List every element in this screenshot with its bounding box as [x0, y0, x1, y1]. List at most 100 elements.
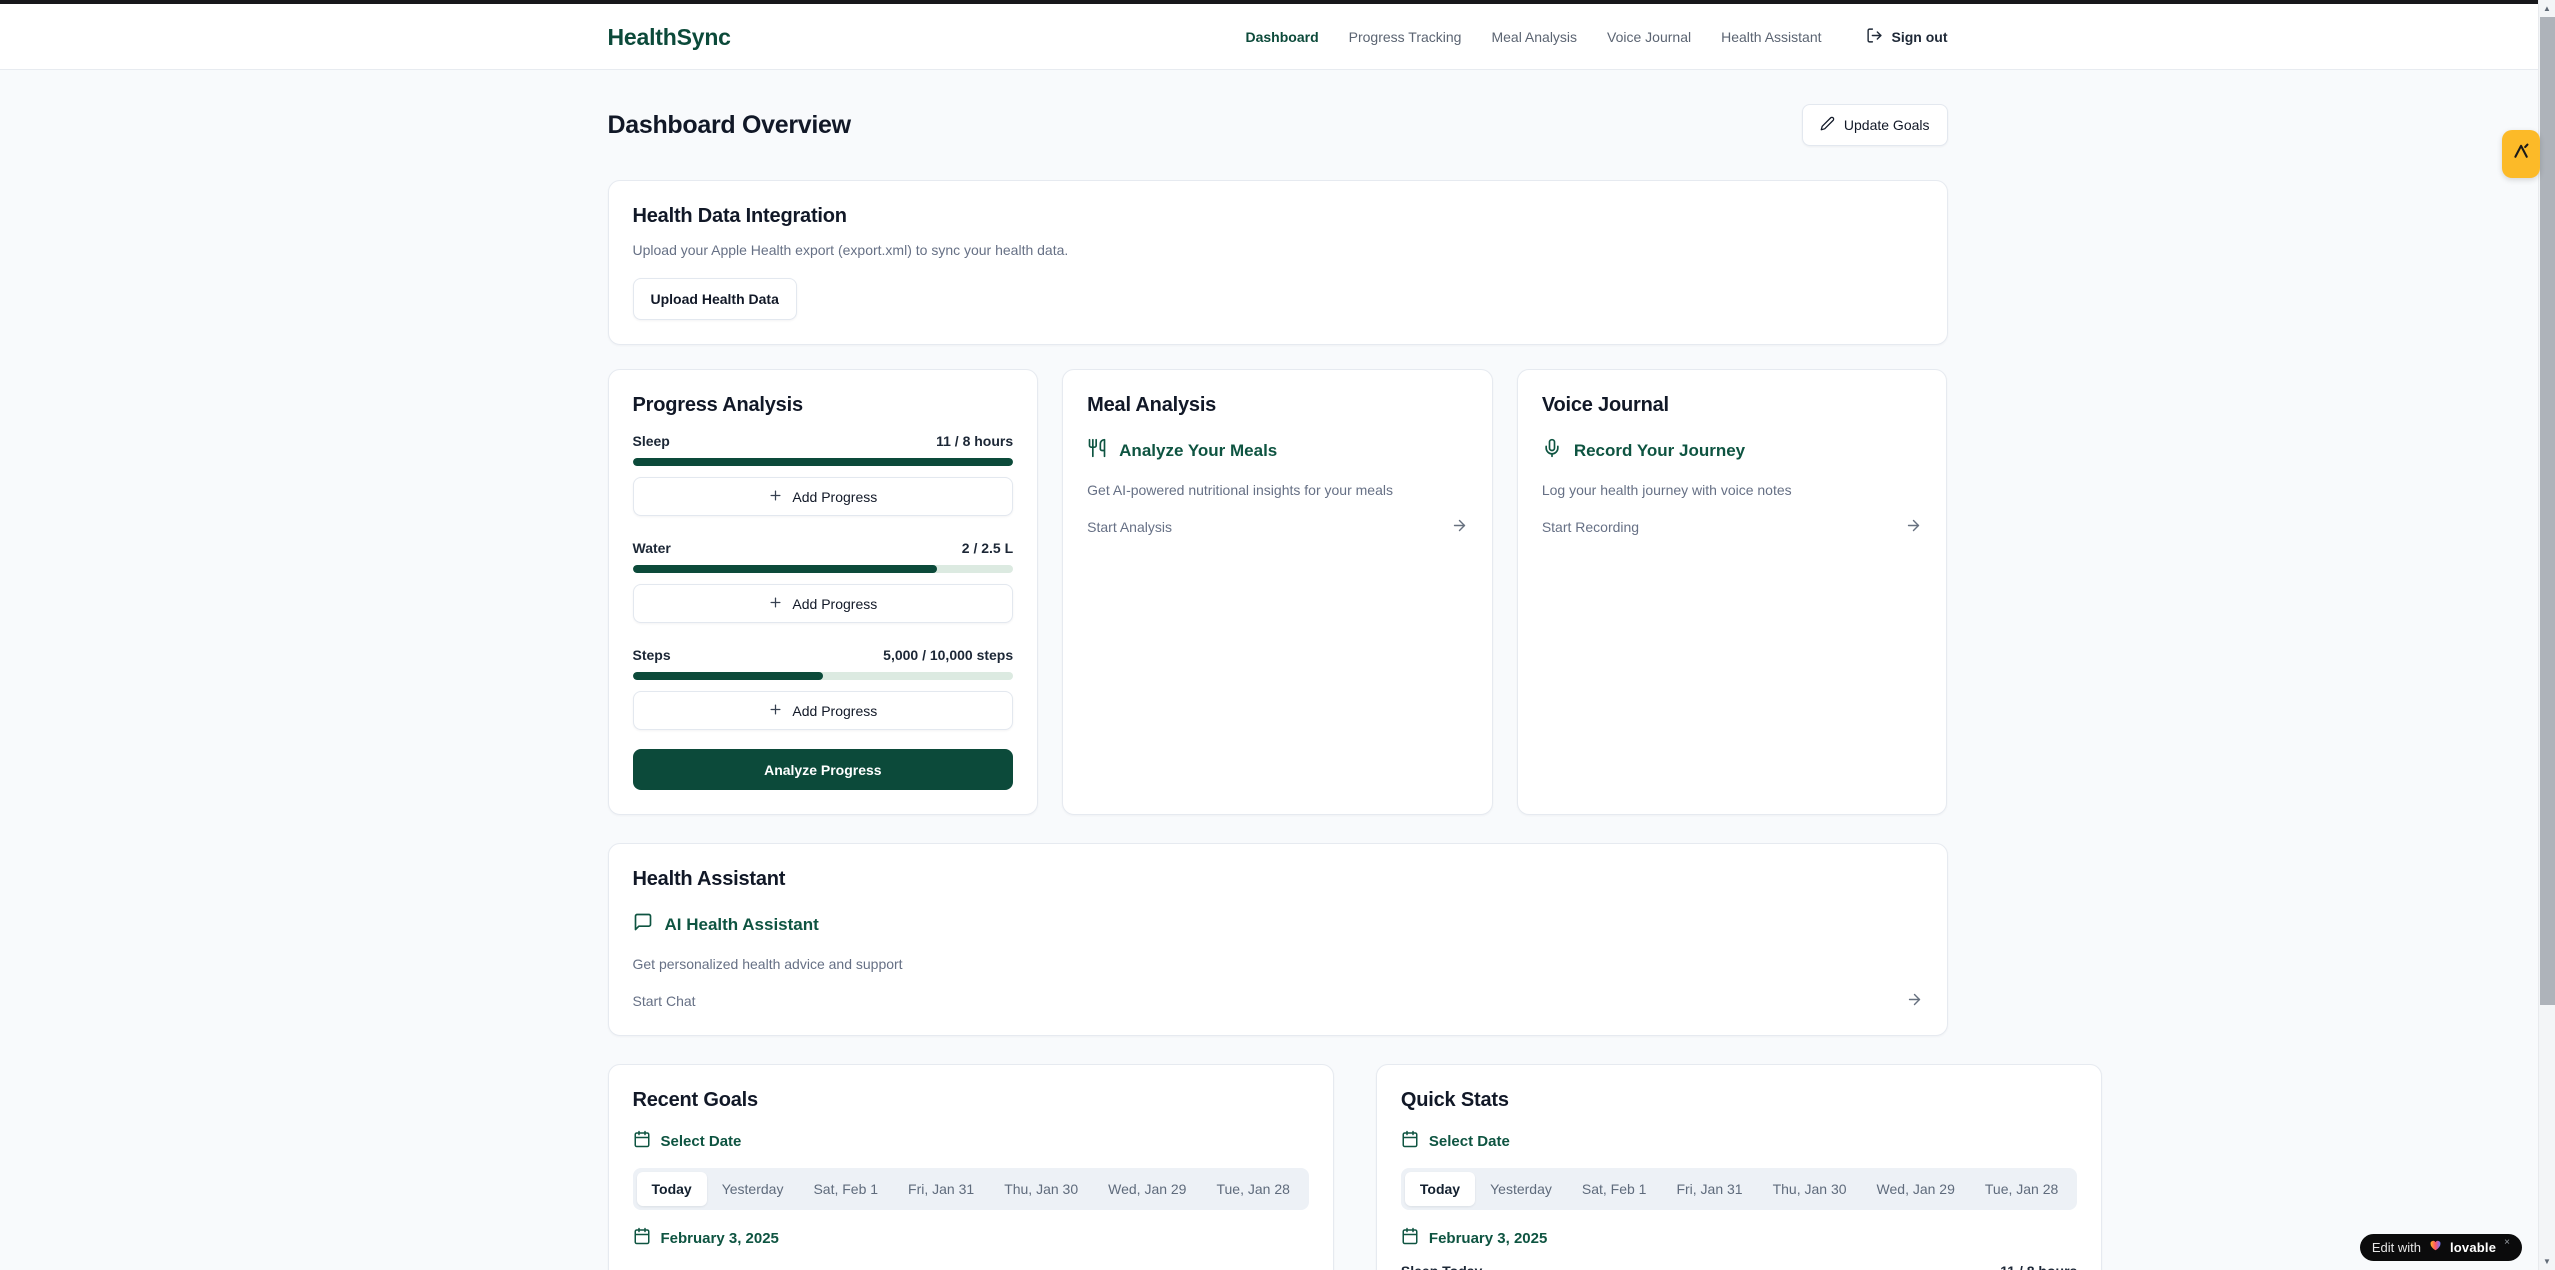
sleep-today-value: 11 / 8 hours	[2000, 1263, 2077, 1270]
app-header: HealthSync Dashboard Progress Tracking M…	[0, 4, 2555, 70]
meal-analysis-description: Get AI-powered nutritional insights for …	[1087, 482, 1468, 498]
scrollbar-up-arrow[interactable]: ▲	[2539, 4, 2555, 13]
lovable-logo-icon	[2511, 141, 2532, 167]
meal-analysis-title: Meal Analysis	[1087, 394, 1468, 417]
app-logo[interactable]: HealthSync	[608, 24, 731, 51]
voice-journal-card: Voice Journal Record Your Journey Log yo…	[1517, 369, 1948, 815]
start-chat-action[interactable]: Start Chat	[633, 991, 1923, 1011]
plus-icon	[768, 488, 783, 506]
quick-stats-title: Quick Stats	[1401, 1089, 2077, 1112]
main-content: Dashboard Overview Update Goals Health D…	[608, 70, 1948, 1270]
vertical-scrollbar[interactable]: ▲ ▼	[2538, 0, 2555, 1270]
edit-with-lovable-badge[interactable]: Edit with lovable ×	[2360, 1234, 2522, 1261]
health-assistant-description: Get personalized health advice and suppo…	[633, 956, 1923, 972]
nav-dashboard[interactable]: Dashboard	[1246, 29, 1319, 45]
health-data-integration-card: Health Data Integration Upload your Appl…	[608, 180, 1948, 345]
date-tab-sat-feb-1[interactable]: Sat, Feb 1	[798, 1172, 893, 1206]
water-progress-bar	[633, 565, 1014, 573]
date-tab-thu-jan-30[interactable]: Thu, Jan 30	[989, 1172, 1093, 1206]
utensils-icon	[1087, 438, 1107, 463]
start-analysis-action[interactable]: Start Analysis	[1087, 517, 1468, 537]
date-tab-wed-jan-29[interactable]: Wed, Jan 29	[1862, 1172, 1970, 1206]
date-tab-tue-jan-28[interactable]: Tue, Jan 28	[1201, 1172, 1304, 1206]
recent-goals-card: Recent Goals Select Date Today Yesterday…	[608, 1064, 1334, 1270]
steps-metric: Steps 5,000 / 10,000 steps Add Progress	[633, 647, 1014, 730]
arrow-right-icon	[1905, 517, 1922, 537]
sleep-today-metric: Sleep Today 11 / 8 hours Add Progress	[1401, 1263, 2077, 1270]
microphone-icon	[1542, 438, 1562, 463]
scrollbar-down-arrow[interactable]: ▼	[2539, 1257, 2555, 1266]
quick-stats-date-tabs: Today Yesterday Sat, Feb 1 Fri, Jan 31 T…	[1401, 1168, 2077, 1210]
recent-goals-title: Recent Goals	[633, 1089, 1309, 1112]
health-assistant-card: Health Assistant AI Health Assistant Get…	[608, 843, 1948, 1036]
calendar-icon	[633, 1227, 651, 1249]
main-nav: Dashboard Progress Tracking Meal Analysi…	[1246, 27, 1948, 47]
log-out-icon	[1866, 27, 1883, 47]
recent-goals-date-tabs: Today Yesterday Sat, Feb 1 Fri, Jan 31 T…	[633, 1168, 1309, 1210]
date-tab-fri-jan-31[interactable]: Fri, Jan 31	[1661, 1172, 1757, 1206]
recent-goals-select-date[interactable]: Select Date	[633, 1130, 1309, 1152]
add-water-progress-button[interactable]: Add Progress	[633, 584, 1014, 623]
close-icon[interactable]: ×	[2504, 1237, 2510, 1248]
start-recording-action[interactable]: Start Recording	[1542, 517, 1923, 537]
date-tab-fri-jan-31[interactable]: Fri, Jan 31	[893, 1172, 989, 1206]
heart-icon	[2428, 1238, 2443, 1257]
nav-voice-journal[interactable]: Voice Journal	[1607, 29, 1691, 45]
chat-bubble-icon	[633, 912, 653, 937]
health-data-title: Health Data Integration	[633, 205, 1923, 228]
calendar-icon	[633, 1130, 651, 1152]
sleep-today-label: Sleep Today	[1401, 1263, 1482, 1270]
analyze-progress-button[interactable]: Analyze Progress	[633, 749, 1014, 790]
quick-stats-selected-date: February 3, 2025	[1401, 1227, 2077, 1249]
date-tab-today[interactable]: Today	[1405, 1172, 1475, 1206]
progress-analysis-card: Progress Analysis Sleep 11 / 8 hours Add…	[608, 369, 1039, 815]
voice-journal-description: Log your health journey with voice notes	[1542, 482, 1923, 498]
meal-analysis-card: Meal Analysis Analyze Your Meals Get AI-…	[1062, 369, 1493, 815]
ai-health-assistant-link[interactable]: AI Health Assistant	[633, 912, 1923, 937]
date-tab-today[interactable]: Today	[637, 1172, 707, 1206]
nav-meal-analysis[interactable]: Meal Analysis	[1491, 29, 1577, 45]
nav-progress-tracking[interactable]: Progress Tracking	[1349, 29, 1462, 45]
date-tab-yesterday[interactable]: Yesterday	[1475, 1172, 1567, 1206]
health-data-description: Upload your Apple Health export (export.…	[633, 242, 1923, 258]
arrow-right-icon	[1451, 517, 1468, 537]
sleep-metric: Sleep 11 / 8 hours Add Progress	[633, 433, 1014, 516]
health-assistant-title: Health Assistant	[633, 868, 1923, 891]
date-tab-yesterday[interactable]: Yesterday	[707, 1172, 799, 1206]
nav-health-assistant[interactable]: Health Assistant	[1721, 29, 1821, 45]
add-sleep-progress-button[interactable]: Add Progress	[633, 477, 1014, 516]
sleep-value: 11 / 8 hours	[936, 433, 1013, 449]
lovable-side-badge[interactable]	[2502, 130, 2540, 178]
voice-journal-title: Voice Journal	[1542, 394, 1923, 417]
page-title: Dashboard Overview	[608, 111, 851, 140]
add-steps-progress-button[interactable]: Add Progress	[633, 691, 1014, 730]
steps-value: 5,000 / 10,000 steps	[883, 647, 1013, 663]
calendar-icon	[1401, 1227, 1419, 1249]
date-tab-wed-jan-29[interactable]: Wed, Jan 29	[1093, 1172, 1201, 1206]
arrow-right-icon	[1906, 991, 1923, 1011]
upload-health-data-button[interactable]: Upload Health Data	[633, 278, 797, 320]
pencil-icon	[1820, 116, 1835, 134]
sign-out-button[interactable]: Sign out	[1866, 27, 1948, 47]
plus-icon	[768, 702, 783, 720]
date-tab-sat-feb-1[interactable]: Sat, Feb 1	[1567, 1172, 1662, 1206]
recent-goals-selected-date: February 3, 2025	[633, 1227, 1309, 1249]
record-your-journey-link[interactable]: Record Your Journey	[1542, 438, 1923, 463]
date-tab-tue-jan-28[interactable]: Tue, Jan 28	[1970, 1172, 2073, 1206]
analyze-your-meals-link[interactable]: Analyze Your Meals	[1087, 438, 1468, 463]
sleep-label: Sleep	[633, 433, 670, 449]
progress-analysis-title: Progress Analysis	[633, 394, 1014, 417]
steps-label: Steps	[633, 647, 671, 663]
quick-stats-card: Quick Stats Select Date Today Yesterday …	[1376, 1064, 2102, 1270]
water-label: Water	[633, 540, 671, 556]
update-goals-button[interactable]: Update Goals	[1802, 104, 1948, 146]
calendar-icon	[1401, 1130, 1419, 1152]
quick-stats-select-date[interactable]: Select Date	[1401, 1130, 2077, 1152]
steps-progress-bar	[633, 672, 1014, 680]
water-value: 2 / 2.5 L	[962, 540, 1013, 556]
plus-icon	[768, 595, 783, 613]
date-tab-thu-jan-30[interactable]: Thu, Jan 30	[1758, 1172, 1862, 1206]
water-metric: Water 2 / 2.5 L Add Progress	[633, 540, 1014, 623]
scrollbar-thumb[interactable]	[2540, 17, 2555, 1005]
sleep-progress-bar	[633, 458, 1014, 466]
